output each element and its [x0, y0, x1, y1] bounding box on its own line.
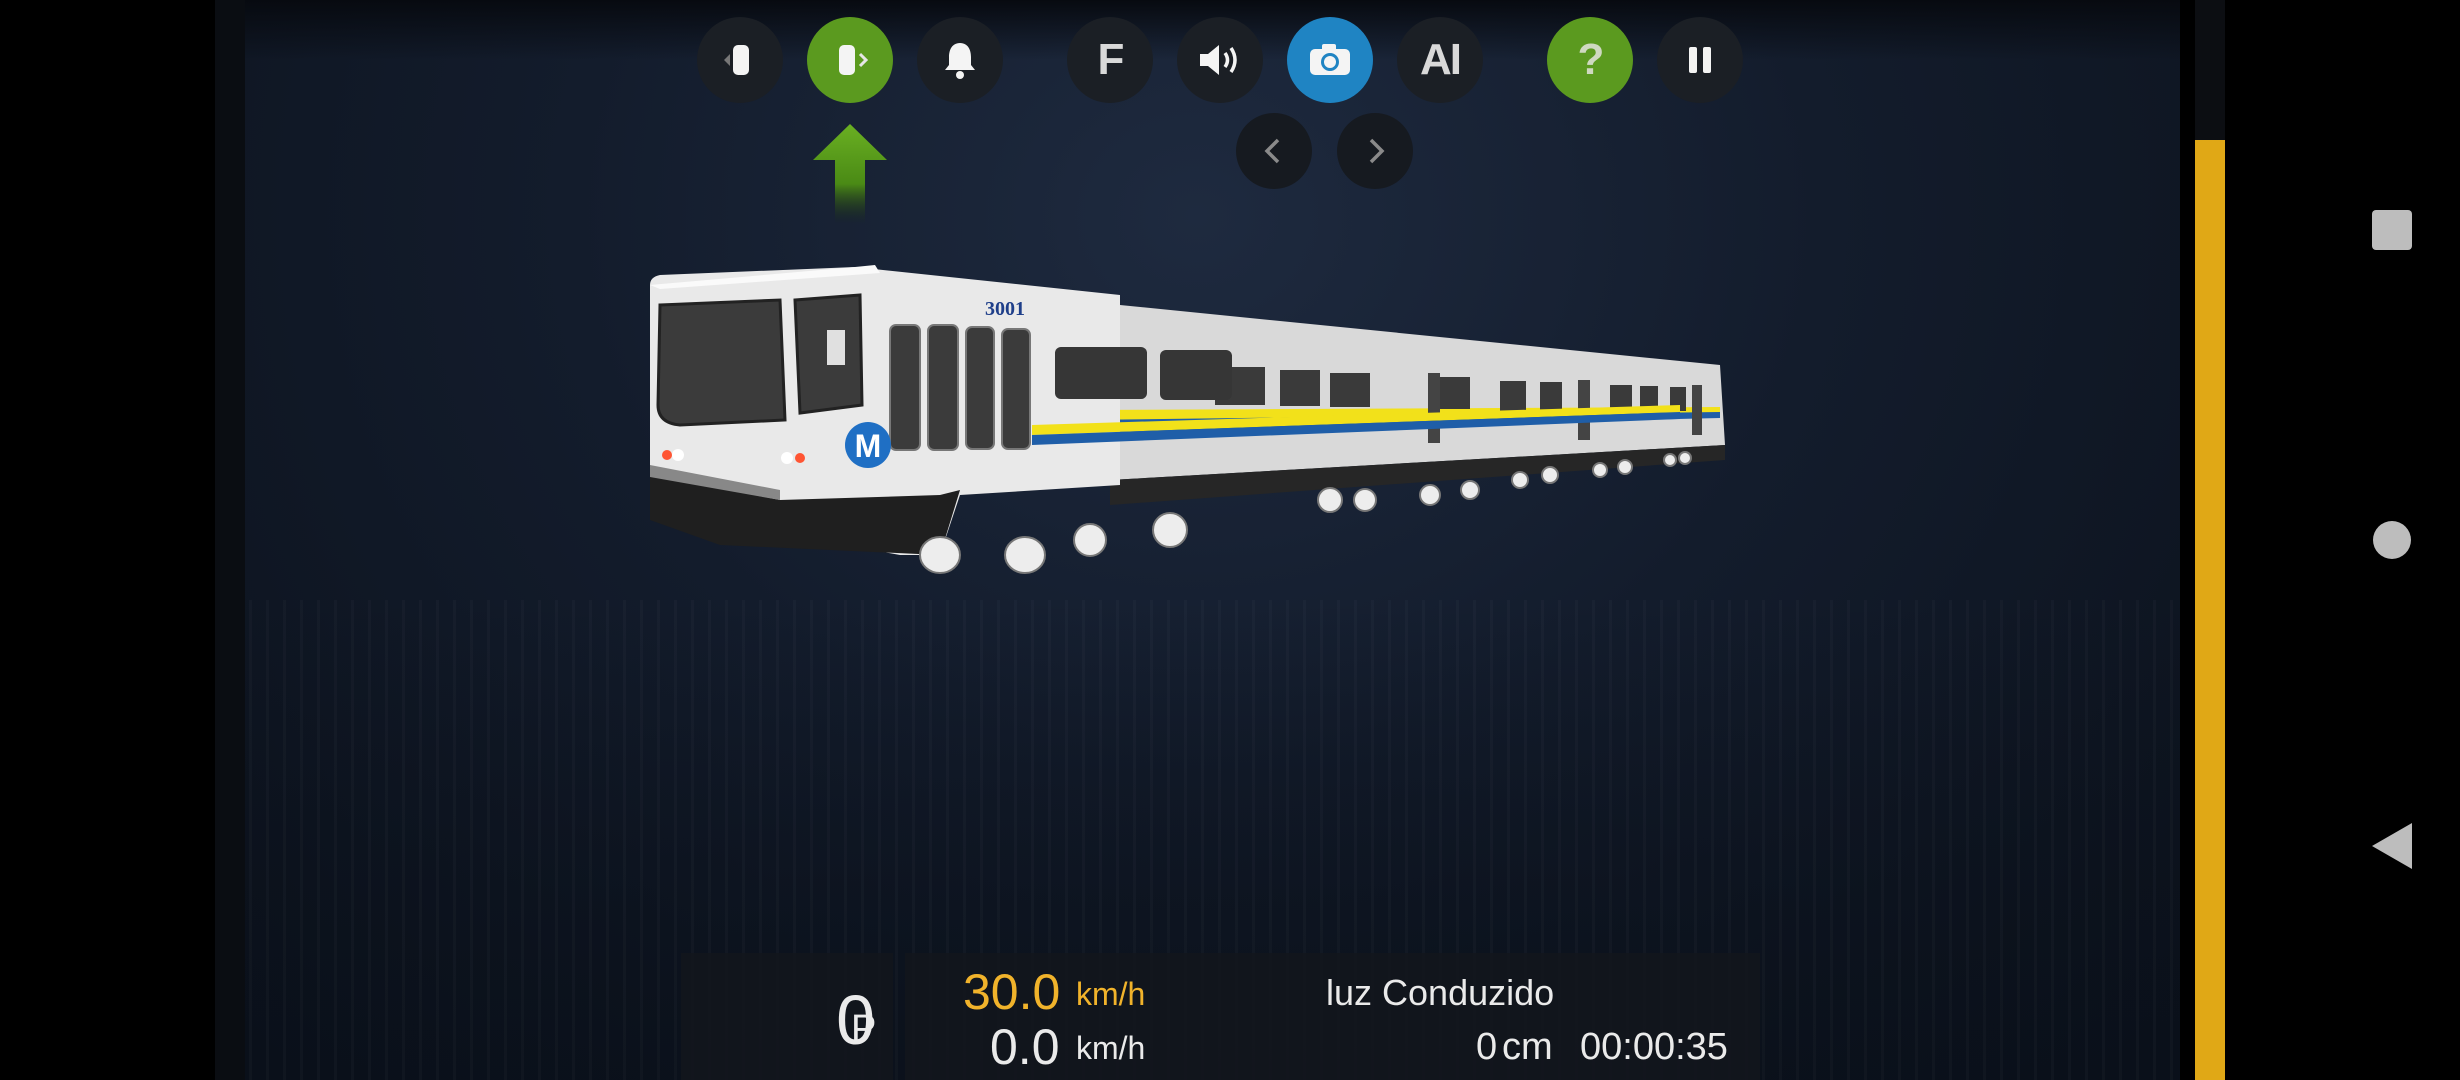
square-icon — [2372, 210, 2412, 250]
f-label: F — [1097, 35, 1125, 84]
bell-button[interactable] — [917, 17, 1003, 103]
prev-car-view-button[interactable] — [697, 17, 783, 103]
help-label: ? — [1577, 35, 1605, 84]
next-car-view-button[interactable] — [807, 17, 893, 103]
current-speed: 0.0 — [990, 1019, 1060, 1075]
triangle-back-icon — [2372, 823, 2412, 869]
target-speed: 30.0 — [963, 964, 1061, 1020]
circle-icon — [2373, 521, 2411, 559]
pause-icon — [1689, 47, 1711, 73]
camera-prev-button[interactable] — [1236, 113, 1312, 189]
car-right-icon — [839, 45, 869, 75]
ai-button[interactable]: AI — [1397, 17, 1483, 103]
elapsed-time: 00:00:35 — [1580, 1026, 1728, 1068]
target-speed-unit: km/h — [1076, 976, 1146, 1012]
car-left-icon — [724, 45, 749, 75]
throttle-level — [2195, 140, 2225, 1080]
viewport-left-edge — [215, 0, 245, 1080]
camera-button[interactable] — [1287, 17, 1373, 103]
sound-button[interactable] — [1177, 17, 1263, 103]
direction-arrow-icon — [813, 124, 887, 224]
camera-next-button[interactable] — [1337, 113, 1413, 189]
home-button[interactable] — [2372, 520, 2412, 560]
chevron-right-icon — [1369, 138, 1385, 164]
recent-apps-button[interactable] — [2370, 208, 2414, 252]
chevron-left-icon — [1264, 138, 1280, 164]
status-label: luz Conduzido — [1326, 972, 1555, 1013]
pause-button[interactable] — [1657, 17, 1743, 103]
help-button[interactable]: ? — [1547, 17, 1633, 103]
f-button[interactable]: F — [1067, 17, 1153, 103]
current-speed-unit: km/h — [1076, 1030, 1146, 1066]
speaker-icon — [1200, 45, 1237, 75]
power-unit: P — [851, 1008, 877, 1050]
camera-icon — [1310, 44, 1350, 75]
train-model[interactable]: M 3001 — [640, 255, 1740, 585]
back-button[interactable] — [2372, 823, 2412, 869]
train-logo: M — [855, 428, 882, 464]
bell-icon — [945, 43, 975, 79]
ai-label: AI — [1420, 35, 1462, 84]
train-number: 3001 — [985, 298, 1025, 320]
distance-unit: cm — [1502, 1026, 1553, 1068]
distance-value: 0 — [1476, 1026, 1498, 1068]
